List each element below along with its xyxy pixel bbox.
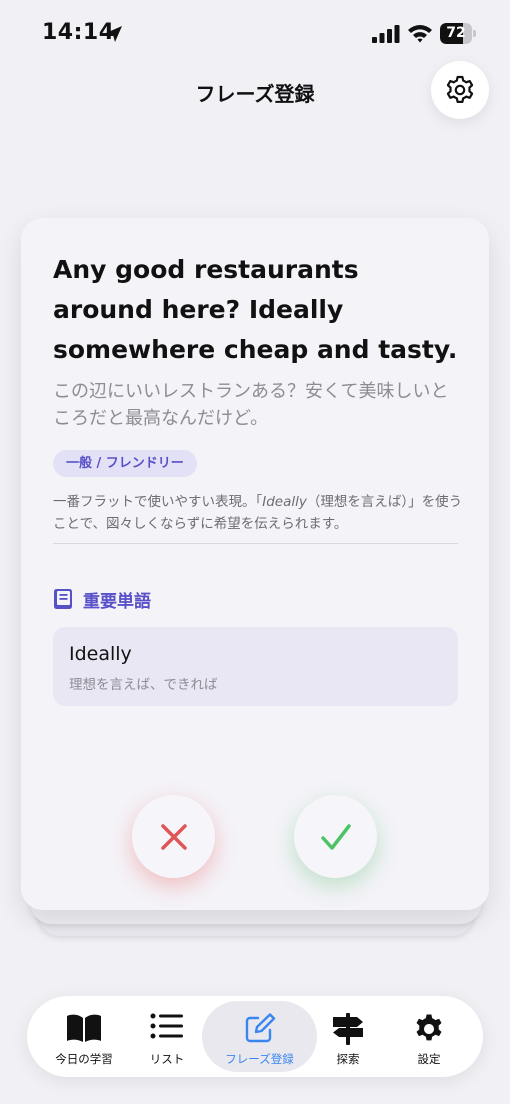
vocab-section-header: 重要単語 [53,586,151,612]
phrase-description: 一番フラットで使いやすい表現。「Ideally（理想を言えば）」を使うことで、図… [53,494,463,532]
vocab-title: 重要単語 [83,591,151,612]
settings-button[interactable] [431,61,489,119]
tab-today-study[interactable]: 今日の学習 [44,1001,124,1072]
tab-explore[interactable]: 探索 [308,1001,388,1072]
tab-label: 設定 [417,1052,441,1066]
tab-phrase-register[interactable]: フレーズ登録 [202,1001,317,1072]
phrase-japanese: この辺にいいレストランある？安くて美味しいところだと最高なんだけど。 [53,381,449,429]
book-icon [67,1014,101,1042]
location-arrow-icon [106,26,122,42]
checkmark-icon [320,823,351,850]
tab-bar: 今日の学習 リスト フレーズ登録 探索 設定 [27,996,483,1077]
signpost-icon [333,1013,363,1045]
battery-level: 72 [446,25,466,41]
tab-label: 探索 [336,1052,360,1066]
divider [53,543,458,544]
battery-icon: 72 [440,23,476,44]
edit-icon [245,1013,275,1043]
gear-icon [446,75,474,103]
book-icon [54,589,72,609]
tab-label: リスト [149,1052,185,1066]
phrase-card[interactable]: Any good restaurants around here? Ideall… [21,218,489,910]
vocab-word: Ideally [69,643,132,665]
cellular-signal-icon [372,25,400,43]
status-bar: 14:14 72 [0,0,510,66]
tab-label: フレーズ登録 [225,1052,294,1066]
accept-button[interactable] [294,795,377,878]
list-icon [150,1013,183,1039]
reject-button[interactable] [132,795,215,878]
gear-icon [416,1014,442,1041]
tab-list[interactable]: リスト [127,1001,207,1072]
wifi-icon [408,25,432,43]
vocab-meaning: 理想を言えば、できれば [69,677,218,693]
category-tag: 一般 / フレンドリー [53,450,197,477]
vocab-item: Ideally 理想を言えば、できれば [53,627,458,706]
tab-label: 今日の学習 [55,1052,113,1066]
close-icon [160,823,187,850]
phrase-english: Any good restaurants around here? Ideall… [53,255,458,364]
tab-settings[interactable]: 設定 [389,1001,469,1072]
